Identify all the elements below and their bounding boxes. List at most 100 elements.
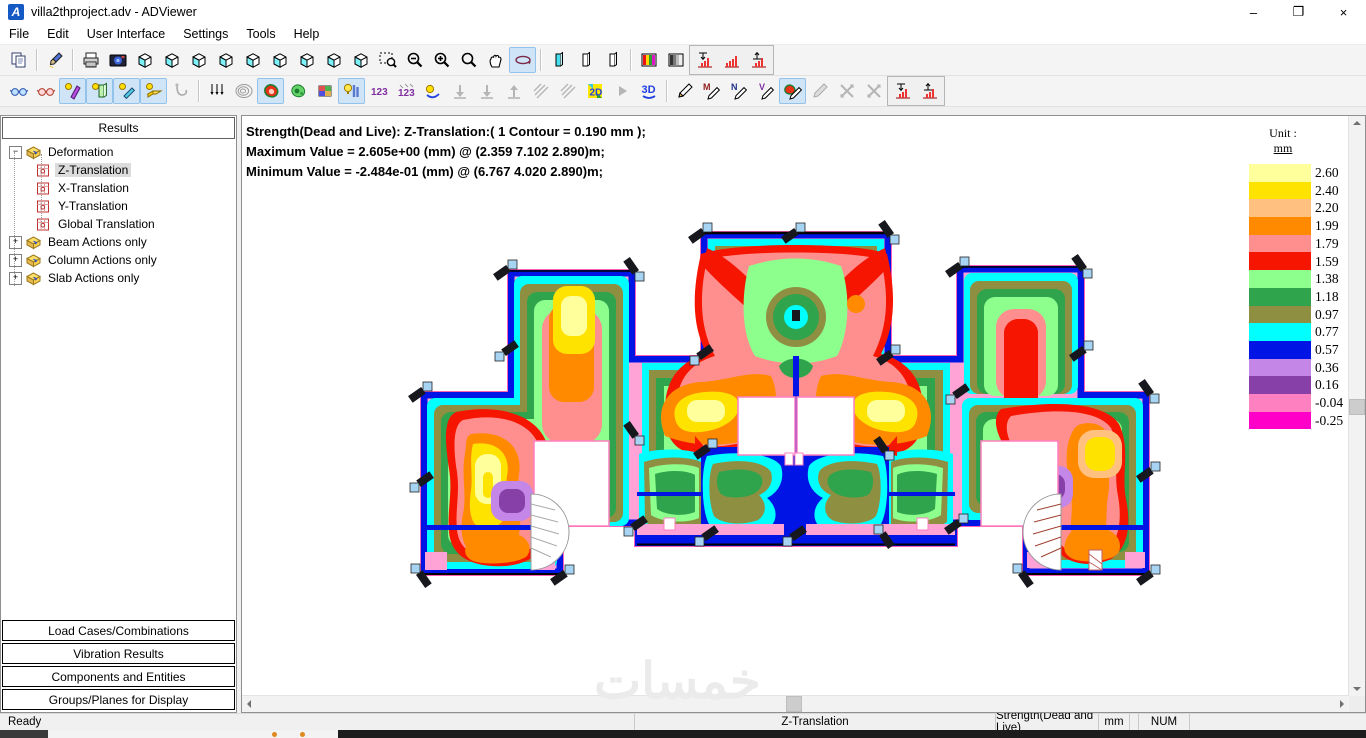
view-cube-left-button[interactable] [185, 47, 212, 73]
zoom-window-button[interactable] [374, 47, 401, 73]
toolbar-results [0, 76, 1366, 107]
tree-item-z-translation[interactable]: Z-Translation [1, 161, 236, 179]
orbit-button[interactable] [509, 47, 536, 73]
horizontal-scrollbar[interactable] [242, 695, 1349, 712]
color-scale-button[interactable] [635, 47, 662, 73]
taskbar-start-area[interactable] [0, 730, 48, 738]
show-slabs-toggle[interactable] [140, 78, 167, 104]
view-cube-top-button[interactable] [239, 47, 266, 73]
contour-plot[interactable] [242, 116, 1347, 696]
raise-values-button [500, 78, 527, 104]
scroll-left-arrow[interactable] [247, 700, 251, 708]
draw-contour-toggle[interactable] [779, 78, 806, 104]
numbers-off-button[interactable] [392, 78, 419, 104]
menu-file[interactable]: File [0, 24, 38, 44]
draw-moment-button[interactable] [698, 78, 725, 104]
horizontal-scroll-thumb[interactable] [786, 696, 802, 712]
load-arrows-button[interactable] [203, 78, 230, 104]
copy-button[interactable] [5, 47, 32, 73]
taskbar-apps-area[interactable] [338, 730, 1366, 738]
menu-settings[interactable]: Settings [174, 24, 237, 44]
legend-swatch [1249, 270, 1311, 288]
scroll-up-arrow[interactable] [1353, 121, 1361, 125]
tree-item-beam-actions-only[interactable]: + Beam Actions only [1, 233, 236, 251]
result-max-chart-button[interactable] [745, 47, 772, 73]
zoom-out-button[interactable] [401, 47, 428, 73]
slice-near-button[interactable] [545, 47, 572, 73]
view-cube-front-button[interactable] [131, 47, 158, 73]
draw-deformation-button[interactable] [671, 78, 698, 104]
legend-swatch [1249, 323, 1311, 341]
taskbar-search-box[interactable] [48, 730, 338, 738]
view-cube-right-button[interactable] [212, 47, 239, 73]
view-2d-button[interactable] [581, 78, 608, 104]
panel-button-components-and-entities[interactable]: Components and Entities [2, 666, 235, 687]
windows-taskbar[interactable] [0, 730, 1366, 738]
vertical-scrollbar[interactable] [1348, 116, 1365, 696]
result-item-icon [35, 163, 52, 178]
view-cube-bottom-button[interactable] [266, 47, 293, 73]
view-cube-iso-ne-button[interactable] [293, 47, 320, 73]
diagram-min-button[interactable] [889, 78, 916, 104]
result-header-line1: Strength(Dead and Live): Z-Translation:(… [246, 124, 646, 139]
panel-button-groups-planes-for-display[interactable]: Groups/Planes for Display [2, 689, 235, 710]
show-values-toggle[interactable] [338, 78, 365, 104]
scroll-down-arrow[interactable] [1353, 687, 1361, 691]
panel-button-vibration-results[interactable]: Vibration Results [2, 643, 235, 664]
draw-normal-button[interactable] [725, 78, 752, 104]
view-cube-iso-nw-button[interactable] [320, 47, 347, 73]
draw-shear-icon [756, 81, 776, 101]
tree-item-column-actions-only[interactable]: + Column Actions only [1, 251, 236, 269]
pan-button[interactable] [482, 47, 509, 73]
tree-item-global-translation[interactable]: Global Translation [1, 215, 236, 233]
results-panel-header[interactable]: Results [2, 117, 235, 139]
expand-box[interactable]: + [9, 271, 22, 285]
view-3d-button[interactable] [635, 78, 662, 104]
numbers-button[interactable] [365, 78, 392, 104]
viewport[interactable]: Strength(Dead and Live): Z-Translation:(… [241, 115, 1366, 713]
restore-button[interactable]: ❐ [1276, 0, 1321, 24]
minimize-button[interactable]: – [1231, 0, 1276, 24]
close-button[interactable]: × [1321, 0, 1366, 24]
draw-shear-button[interactable] [752, 78, 779, 104]
zoom-in-button[interactable] [428, 47, 455, 73]
show-beams-toggle[interactable] [113, 78, 140, 104]
render-glasses-button[interactable] [32, 78, 59, 104]
diagram-max-button[interactable] [916, 78, 943, 104]
result-chart-button[interactable] [718, 47, 745, 73]
menu-help[interactable]: Help [285, 24, 329, 44]
scroll-right-arrow[interactable] [1340, 700, 1344, 708]
patch-colors-button[interactable] [311, 78, 338, 104]
snapshot-button[interactable] [104, 47, 131, 73]
format-painter-button[interactable] [41, 47, 68, 73]
smooth-results-button[interactable] [419, 78, 446, 104]
watermark: خمسات [594, 653, 761, 709]
slice-far-button[interactable] [599, 47, 626, 73]
panel-button-load-cases-combinations[interactable]: Load Cases/Combinations [2, 620, 235, 641]
contour-filled-toggle[interactable] [257, 78, 284, 104]
vertical-scroll-thumb[interactable] [1349, 399, 1365, 415]
menu-edit[interactable]: Edit [38, 24, 78, 44]
expand-box[interactable]: + [9, 253, 22, 267]
gray-scale-button[interactable] [662, 47, 689, 73]
tree-item-y-translation[interactable]: Y-Translation [1, 197, 236, 215]
tree-item-x-translation[interactable]: X-Translation [1, 179, 236, 197]
slice-mid-button[interactable] [572, 47, 599, 73]
result-min-chart-button[interactable] [691, 47, 718, 73]
tree-item-slab-actions-only[interactable]: + Slab Actions only [1, 269, 236, 287]
menu-tools[interactable]: Tools [237, 24, 284, 44]
menu-user-interface[interactable]: User Interface [78, 24, 175, 44]
collapse-box[interactable]: − [9, 145, 22, 159]
zoom-extents-button[interactable] [455, 47, 482, 73]
contour-zones-button[interactable] [284, 78, 311, 104]
expand-box[interactable]: + [9, 235, 22, 249]
show-walls-toggle[interactable] [86, 78, 113, 104]
contour-lines-button[interactable] [230, 78, 257, 104]
wireframe-glasses-button[interactable] [5, 78, 32, 104]
print-button[interactable] [77, 47, 104, 73]
view-cube-back-button[interactable] [158, 47, 185, 73]
flip-a-button [833, 78, 860, 104]
show-columns-toggle[interactable] [59, 78, 86, 104]
view-cube-iso-se-button[interactable] [347, 47, 374, 73]
tree-item-deformation[interactable]: − Deformation [1, 143, 236, 161]
